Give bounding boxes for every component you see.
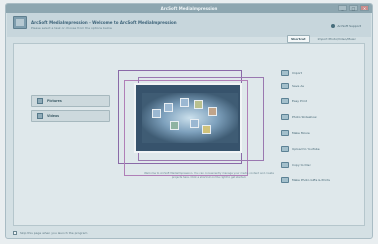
status-bar: Skip this page when you launch the progr…: [13, 230, 365, 236]
welcome-collage: [114, 70, 264, 180]
tab-bar: Shortcut Import Photo/Video/Music: [286, 35, 360, 43]
menu-item-label: Copy to Disc: [292, 163, 311, 167]
menu-item-save-as[interactable]: Save As: [281, 83, 304, 89]
menu-item-label: Save As: [292, 84, 304, 88]
support-link[interactable]: ArcSoft Support: [331, 24, 361, 28]
menu-item-make-movie[interactable]: Make Movie: [281, 130, 310, 136]
app-logo-icon: [13, 16, 27, 29]
title-bar: ArcSoft MediaImpression _ □ ×: [6, 4, 372, 13]
pictures-label: Pictures: [47, 99, 62, 103]
app-window: ArcSoft MediaImpression _ □ × ArcSoft Me…: [5, 3, 373, 239]
tab-import[interactable]: Import Photo/Video/Music: [314, 35, 360, 43]
support-label: ArcSoft Support: [337, 24, 361, 28]
skip-page-label: Skip this page when you launch the progr…: [20, 231, 88, 235]
skip-page-checkbox[interactable]: [13, 231, 17, 235]
movie-icon: [281, 130, 289, 136]
maximize-button[interactable]: □: [349, 5, 358, 11]
page-title: ArcSoft MediaImpression - Welcome to Arc…: [31, 20, 177, 25]
youtube-icon: [281, 146, 289, 152]
menu-item-copy-disc[interactable]: Copy to Disc: [281, 162, 311, 168]
support-icon: [331, 24, 336, 28]
videos-label: Videos: [47, 114, 60, 118]
menu-item-easy-print[interactable]: Easy Print: [281, 98, 307, 104]
close-button[interactable]: ×: [360, 5, 369, 11]
header: ArcSoft MediaImpression - Welcome to Arc…: [7, 13, 371, 37]
print-icon: [281, 98, 289, 104]
welcome-text: Welcome to ArcSoft MediaImpression. You …: [144, 172, 274, 179]
menu-item-label: Import: [292, 71, 302, 75]
menu-item-label: Make Movie: [292, 131, 310, 135]
window-title: ArcSoft MediaImpression: [160, 6, 218, 11]
menu-item-photo-gifts[interactable]: Make Photo Gifts & Prints: [281, 177, 330, 183]
menu-item-slideshow[interactable]: Photo Slideshow: [281, 114, 317, 120]
window-controls: _ □ ×: [338, 5, 369, 11]
menu-item-import[interactable]: Import: [281, 70, 302, 76]
tab-shortcut[interactable]: Shortcut: [286, 35, 310, 43]
menu-item-youtube[interactable]: Upload to YouTube: [281, 146, 320, 152]
menu-item-label: Upload to YouTube: [292, 147, 320, 151]
main-content: Pictures Videos Welcome to ArcSoft Media…: [13, 43, 365, 226]
save-as-icon: [281, 83, 289, 89]
menu-item-label: Easy Print: [292, 99, 307, 103]
welcome-image: [134, 83, 242, 153]
import-icon: [281, 70, 289, 76]
minimize-button[interactable]: _: [338, 5, 347, 11]
disc-icon: [281, 162, 289, 168]
gift-icon: [281, 177, 289, 183]
slideshow-icon: [281, 114, 289, 120]
menu-item-label: Make Photo Gifts & Prints: [292, 178, 330, 182]
pictures-icon: [37, 98, 43, 104]
videos-button[interactable]: Videos: [31, 110, 110, 122]
videos-icon: [37, 113, 43, 119]
menu-item-label: Photo Slideshow: [292, 115, 317, 119]
page-subtitle: Please select a task or choose from the …: [31, 26, 112, 30]
pictures-button[interactable]: Pictures: [31, 95, 110, 107]
